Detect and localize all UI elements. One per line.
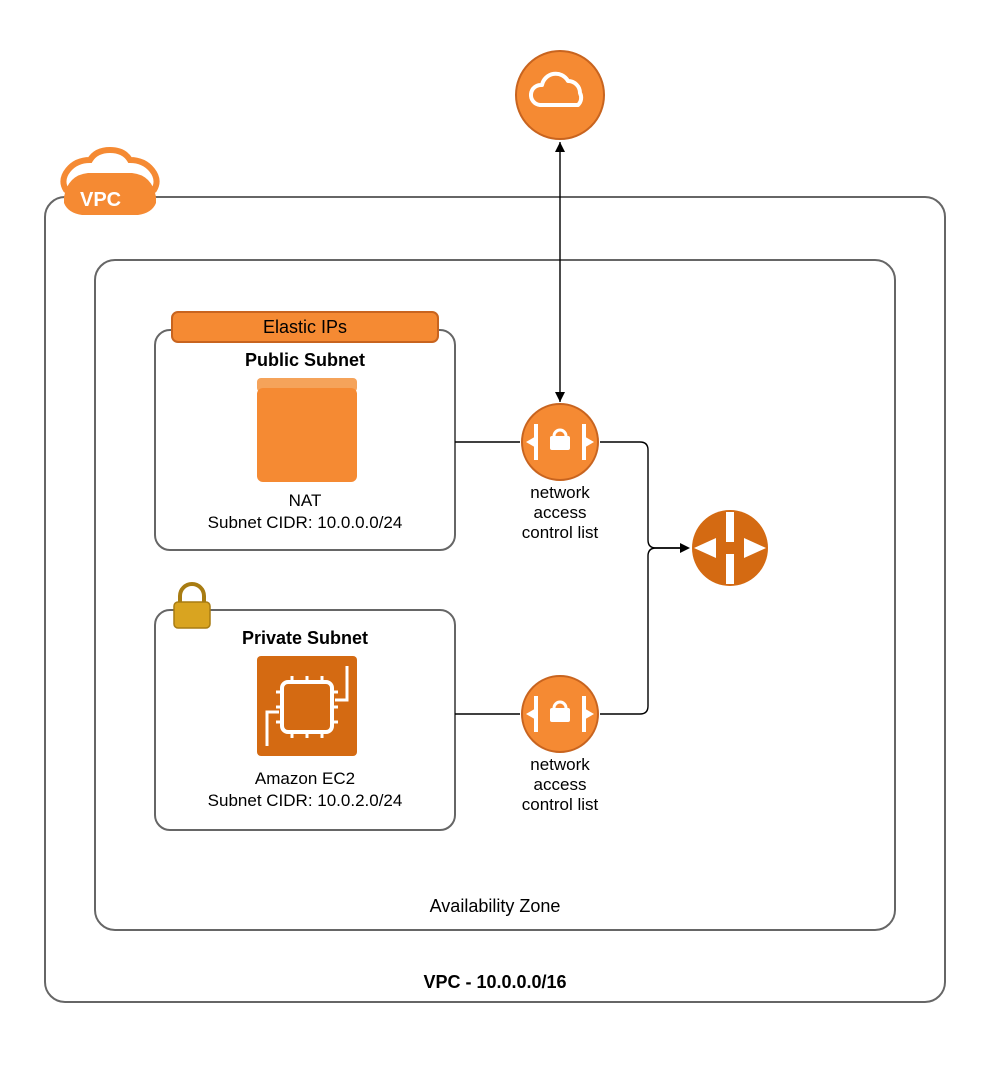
svg-text:control list: control list [522,523,599,542]
ec2-label: Amazon EC2 [255,769,355,788]
vpc-title: VPC - 10.0.0.0/16 [423,972,566,992]
internet-gateway-icon [692,510,768,586]
vpc-badge: VPC [63,150,156,215]
cloud-icon [516,51,604,139]
diagram-canvas: VPC VPC - 10.0.0.0/16 Availability Zone … [0,0,991,1069]
svg-text:network: network [530,755,590,774]
private-subnet-title: Private Subnet [242,628,368,648]
public-subnet: Elastic IPs Public Subnet NAT Subnet CID… [155,312,455,550]
padlock-icon [174,584,210,628]
private-subnet: Private Subnet Amazon EC2 Subnet CIDR: 1… [155,584,455,830]
svg-text:access: access [534,775,587,794]
az-title: Availability Zone [430,896,561,916]
ec2-icon [257,656,357,756]
public-cidr: Subnet CIDR: 10.0.0.0/24 [208,513,403,532]
nacl-public: network access control list [522,404,599,542]
svg-text:control list: control list [522,795,599,814]
public-subnet-title: Public Subnet [245,350,365,370]
nat-label: NAT [289,491,322,510]
nacl-private: network access control list [522,676,599,814]
svg-text:network: network [530,483,590,502]
private-cidr: Subnet CIDR: 10.0.2.0/24 [208,791,403,810]
svg-text:access: access [534,503,587,522]
elastic-ips-label: Elastic IPs [263,317,347,337]
vpc-badge-text: VPC [80,189,121,211]
nat-icon [257,378,357,482]
